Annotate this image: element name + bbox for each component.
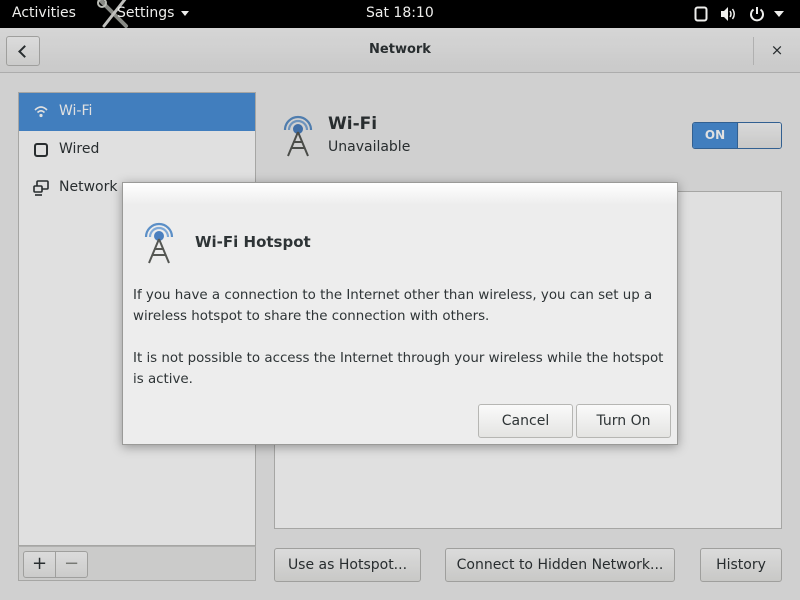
dialog-message-2: It is not possible to access the Interne…: [133, 351, 664, 387]
cancel-button[interactable]: Cancel: [478, 404, 573, 438]
app-menu-label: Settings: [117, 5, 175, 21]
volume-icon[interactable]: [720, 6, 738, 22]
power-icon[interactable]: [749, 6, 765, 22]
dialog-header-shade: [123, 183, 677, 205]
chevron-down-icon: [181, 11, 189, 16]
activities-button[interactable]: Activities: [12, 5, 76, 21]
dialog-title: Wi-Fi Hotspot: [195, 233, 311, 251]
app-menu[interactable]: Settings: [96, 0, 196, 28]
wifi-tower-icon: [144, 222, 174, 264]
chevron-down-icon[interactable]: [774, 11, 784, 17]
top-bar: Activities Settings Sat 18:10: [0, 0, 800, 28]
turn-on-button[interactable]: Turn On: [576, 404, 671, 438]
screen-icon[interactable]: [694, 6, 708, 22]
wifi-hotspot-dialog: Wi-Fi Hotspot If you have a connection t…: [122, 182, 678, 445]
dialog-message-1: If you have a connection to the Internet…: [133, 288, 653, 324]
clock[interactable]: Sat 18:10: [366, 5, 434, 21]
